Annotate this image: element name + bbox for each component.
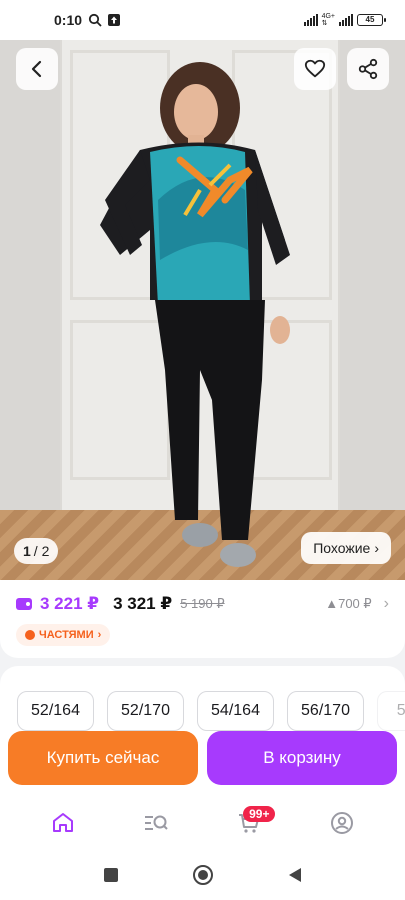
- size-option[interactable]: 52/164: [17, 691, 94, 731]
- old-price: 5 190 ₽: [180, 596, 225, 611]
- nav-catalog[interactable]: [136, 803, 176, 843]
- similar-label: Похожие: [313, 540, 371, 556]
- share-button[interactable]: [347, 48, 389, 90]
- heart-icon: [304, 59, 326, 78]
- back-triangle-icon[interactable]: [286, 866, 304, 884]
- catalog-search-icon: [144, 815, 168, 830]
- installment-badge[interactable]: ЧАСТЯМИ ›: [16, 624, 111, 646]
- signal-icon: [303, 14, 318, 26]
- status-time: 0:10: [54, 12, 83, 28]
- wallet-price: 3 221 ₽: [40, 594, 100, 613]
- share-icon: [358, 58, 378, 80]
- regular-price: 3 321 ₽: [113, 594, 173, 613]
- product-image[interactable]: 1 / 2 Похожие ›: [0, 40, 405, 580]
- battery-icon: 45: [357, 14, 386, 26]
- chevron-right-icon: ›: [97, 629, 102, 641]
- image-pager: 1 / 2: [14, 538, 59, 564]
- discount-info: ▲700 ₽: [325, 596, 372, 611]
- search-icon: [88, 13, 102, 27]
- network-type: 4G+ ⇅: [321, 13, 335, 27]
- product-photo: [0, 40, 405, 580]
- favorite-button[interactable]: [294, 48, 336, 90]
- size-option[interactable]: 52/170: [107, 691, 184, 731]
- similar-button[interactable]: Похожие ›: [301, 532, 391, 564]
- price-card: 3 221 ₽ 3 321 ₽ 5 190 ₽ ▲700 ₽ › ЧАСТЯМИ…: [0, 580, 405, 658]
- price-discount-link[interactable]: ▲700 ₽ ›: [325, 595, 389, 613]
- upload-notification-icon: [108, 14, 121, 26]
- add-to-cart-button[interactable]: В корзину: [207, 731, 397, 785]
- pager-current: 1: [23, 543, 31, 559]
- installment-label: ЧАСТЯМИ: [39, 629, 94, 641]
- buy-now-button[interactable]: Купить сейчас: [8, 731, 198, 785]
- system-navigation: [0, 850, 405, 900]
- nav-profile[interactable]: [322, 803, 362, 843]
- chevron-right-icon: ›: [383, 595, 389, 612]
- sizes-list: 52/164 52/170 54/164 56/170 5С: [17, 691, 405, 731]
- nav-home[interactable]: [43, 803, 83, 843]
- home-icon: [52, 812, 73, 832]
- installment-icon: [25, 630, 35, 640]
- nav-cart[interactable]: 99+: [229, 803, 276, 843]
- home-circle-icon[interactable]: [192, 864, 214, 886]
- recents-icon[interactable]: [102, 866, 120, 884]
- profile-icon: [331, 811, 354, 834]
- size-option[interactable]: 5С: [377, 691, 405, 731]
- back-button[interactable]: [16, 48, 58, 90]
- chevron-right-icon: ›: [374, 540, 379, 556]
- wallet-icon: [16, 598, 32, 610]
- size-option[interactable]: 56/170: [287, 691, 364, 731]
- bottom-navigation: 99+: [0, 795, 405, 850]
- chevron-left-icon: [31, 60, 42, 78]
- signal-icon-2: [339, 14, 353, 26]
- cart-badge: 99+: [243, 805, 276, 822]
- size-option[interactable]: 54/164: [197, 691, 274, 731]
- purchase-actions: Купить сейчас В корзину: [8, 731, 397, 785]
- status-bar: 0:10 4G+ ⇅ 45: [0, 0, 405, 40]
- pager-total: / 2: [33, 543, 50, 559]
